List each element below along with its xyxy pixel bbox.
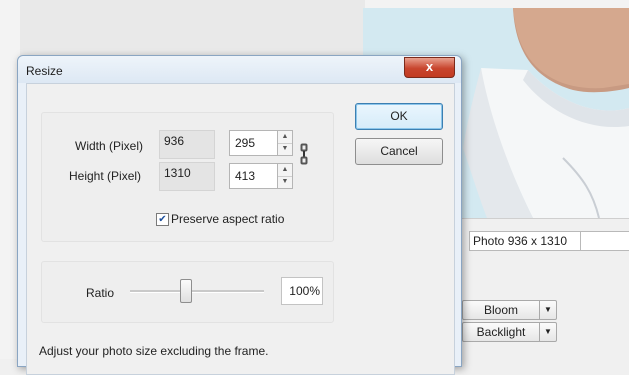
ok-button[interactable]: OK <box>355 103 443 130</box>
effect-dropdown-backlight[interactable]: Backlight ▼ <box>462 322 557 342</box>
original-height-field: 1310 <box>159 162 215 191</box>
size-group: Width (Pixel) Height (Pixel) 936 1310 29… <box>41 112 334 242</box>
ratio-value-field[interactable]: 100% <box>281 277 323 305</box>
effect-dropdown-bloom-label: Bloom <box>483 303 518 317</box>
preserve-aspect-label[interactable]: Preserve aspect ratio <box>171 212 284 226</box>
ok-button-label: OK <box>390 109 408 123</box>
chain-link-icon[interactable] <box>300 143 308 168</box>
close-icon: x <box>425 59 434 74</box>
new-height-spinner[interactable]: ▲ ▼ <box>277 163 293 189</box>
photo-info-text: Photo 936 x 1310 <box>473 234 568 248</box>
effect-dropdown-backlight-label: Backlight <box>476 325 526 339</box>
close-button[interactable]: x <box>404 57 455 78</box>
ratio-value-text: 100% <box>289 284 320 298</box>
cancel-button[interactable]: Cancel <box>355 138 443 165</box>
preserve-aspect-checkbox[interactable]: ✔ <box>156 213 169 226</box>
width-label: Width (Pixel) <box>75 139 144 153</box>
arrow-down-icon[interactable]: ▼ <box>278 176 292 188</box>
dialog-client-area: Width (Pixel) Height (Pixel) 936 1310 29… <box>26 83 455 375</box>
photo-info-field: Photo 936 x 1310 <box>469 231 582 251</box>
original-width-value: 936 <box>164 134 185 148</box>
chevron-down-icon: ▼ <box>539 301 556 319</box>
effect-dropdown-bloom[interactable]: Bloom ▼ <box>462 300 557 320</box>
dialog-title: Resize <box>26 64 63 78</box>
ratio-slider-thumb[interactable] <box>180 279 192 303</box>
cancel-button-label: Cancel <box>380 144 418 158</box>
new-height-input[interactable]: 413 <box>229 163 278 189</box>
resize-dialog: Resize x Width (Pixel) Height (Pixel) 93… <box>17 55 462 375</box>
original-height-value: 1310 <box>164 166 191 180</box>
dialog-titlebar[interactable]: Resize x <box>18 56 461 83</box>
arrow-down-icon[interactable]: ▼ <box>278 143 292 155</box>
height-label: Height (Pixel) <box>69 169 142 183</box>
photo-info-extra-field <box>580 231 629 251</box>
ratio-slider-track[interactable] <box>130 290 264 293</box>
ratio-label: Ratio <box>86 286 115 300</box>
new-width-input[interactable]: 295 <box>229 130 278 156</box>
footer-hint: Adjust your photo size excluding the fra… <box>39 344 269 358</box>
chevron-down-icon: ▼ <box>539 323 556 341</box>
new-width-spinner[interactable]: ▲ ▼ <box>277 130 293 156</box>
original-width-field: 936 <box>159 130 215 159</box>
